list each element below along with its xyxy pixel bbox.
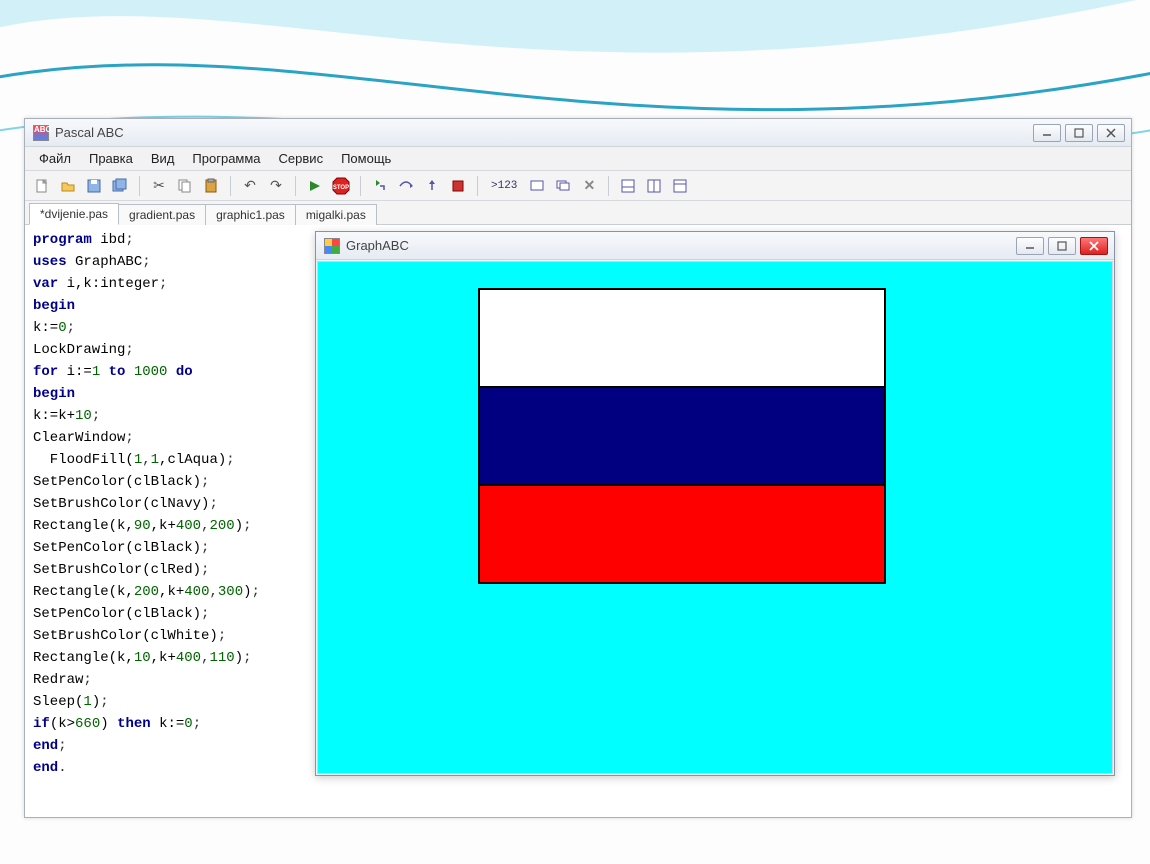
tab-dvijenie[interactable]: *dvijenie.pas: [29, 203, 119, 225]
menu-file[interactable]: Файл: [31, 149, 79, 168]
graphabc-icon: [324, 238, 340, 254]
code-editor[interactable]: program ibd; uses GraphABC; var i,k:inte…: [33, 229, 313, 779]
tab-gradient[interactable]: gradient.pas: [118, 204, 206, 225]
toolbar: ✂ ↶ ↷ STOP >123 ✕: [25, 171, 1131, 201]
tab-migalki[interactable]: migalki.pas: [295, 204, 377, 225]
window-new-button[interactable]: [526, 175, 548, 197]
step-out-button[interactable]: [421, 175, 443, 197]
flag-drawing: [478, 288, 886, 584]
menu-program[interactable]: Программа: [184, 149, 268, 168]
window-cascade-button[interactable]: [552, 175, 574, 197]
graph-window-title: GraphABC: [346, 238, 1016, 253]
run-button[interactable]: [304, 175, 326, 197]
undo-button[interactable]: ↶: [239, 175, 261, 197]
window-title: Pascal ABC: [55, 125, 1033, 140]
step-over-button[interactable]: [395, 175, 417, 197]
output-panel-button[interactable]: [617, 175, 639, 197]
graph-titlebar[interactable]: GraphABC: [316, 232, 1114, 260]
flag-stripe-red: [478, 484, 886, 584]
step-into-button[interactable]: [369, 175, 391, 197]
toolbar-separator: [139, 176, 140, 196]
graphabc-window[interactable]: GraphABC: [315, 231, 1115, 776]
copy-button[interactable]: [174, 175, 196, 197]
editor-area: program ibd; uses GraphABC; var i,k:inte…: [25, 225, 1131, 817]
flag-stripe-white: [478, 288, 886, 388]
save-all-button[interactable]: [109, 175, 131, 197]
redo-button[interactable]: ↷: [265, 175, 287, 197]
graph-minimize-button[interactable]: [1016, 237, 1044, 255]
locals-panel-button[interactable]: [643, 175, 665, 197]
paste-button[interactable]: [200, 175, 222, 197]
menu-service[interactable]: Сервис: [271, 149, 332, 168]
toolbar-separator: [295, 176, 296, 196]
toolbar-separator: [608, 176, 609, 196]
watch-vars-button[interactable]: >123: [486, 175, 522, 197]
toolbar-separator: [360, 176, 361, 196]
graph-window-controls: [1016, 237, 1108, 255]
toolbar-separator: [477, 176, 478, 196]
maximize-button[interactable]: [1065, 124, 1093, 142]
close-button[interactable]: [1097, 124, 1125, 142]
titlebar[interactable]: ABC Pascal ABC: [25, 119, 1131, 147]
menubar: Файл Правка Вид Программа Сервис Помощь: [25, 147, 1131, 171]
window-controls: [1033, 124, 1125, 142]
menu-edit[interactable]: Правка: [81, 149, 141, 168]
stop-button[interactable]: STOP: [330, 175, 352, 197]
menu-help[interactable]: Помощь: [333, 149, 399, 168]
pascal-abc-window: ABC Pascal ABC Файл Правка Вид Программа…: [24, 118, 1132, 818]
svg-text:STOP: STOP: [333, 185, 349, 191]
open-file-button[interactable]: [57, 175, 79, 197]
messages-panel-button[interactable]: [669, 175, 691, 197]
new-file-button[interactable]: [31, 175, 53, 197]
minimize-button[interactable]: [1033, 124, 1061, 142]
flag-stripe-navy: [478, 386, 886, 486]
cut-button[interactable]: ✂: [148, 175, 170, 197]
graph-maximize-button[interactable]: [1048, 237, 1076, 255]
toolbar-separator: [230, 176, 231, 196]
delete-button[interactable]: ✕: [578, 175, 600, 197]
graph-close-button[interactable]: [1080, 237, 1108, 255]
tab-graphic1[interactable]: graphic1.pas: [205, 204, 296, 225]
breakpoint-button[interactable]: [447, 175, 469, 197]
save-button[interactable]: [83, 175, 105, 197]
app-icon: ABC: [33, 125, 49, 141]
menu-view[interactable]: Вид: [143, 149, 183, 168]
graph-canvas: [317, 261, 1113, 774]
tabsbar: *dvijenie.pas gradient.pas graphic1.pas …: [25, 201, 1131, 225]
